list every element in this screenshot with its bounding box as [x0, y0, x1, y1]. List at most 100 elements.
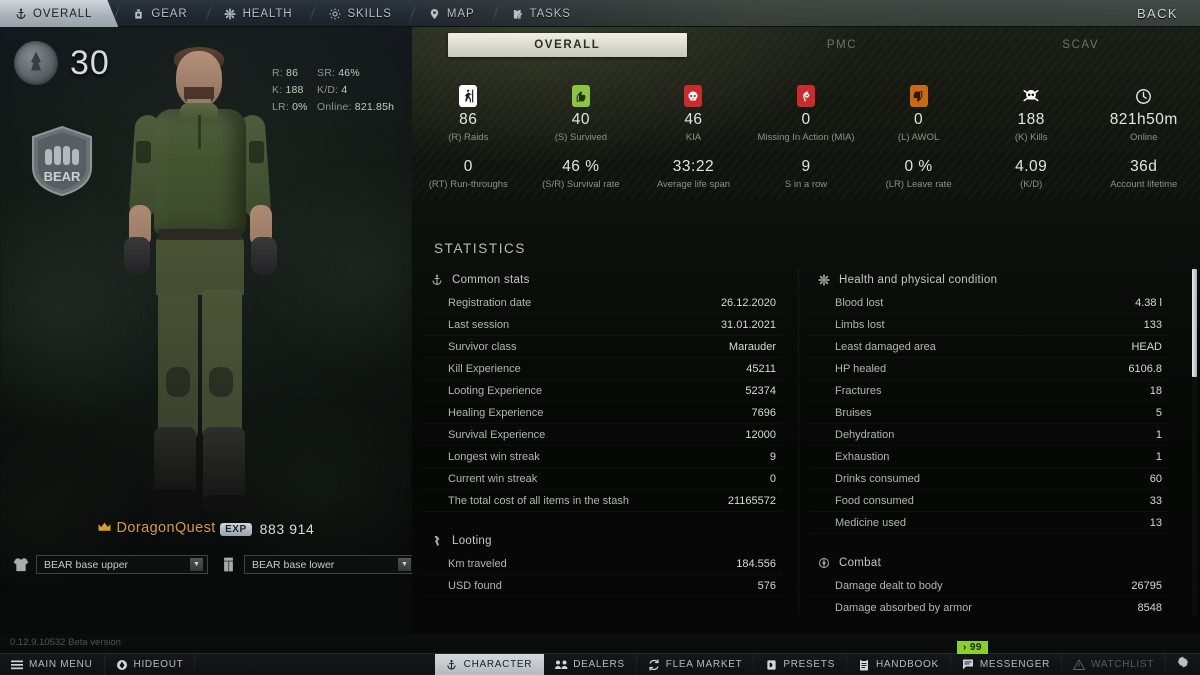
stat-average-life-span-label: Average life span — [656, 179, 731, 190]
presets-button[interactable]: PRESETS — [754, 654, 847, 675]
stat-key: Damage absorbed by armor — [835, 601, 972, 614]
stat-row: Drinks consumed 60 — [809, 468, 1168, 490]
character-button[interactable]: CHARACTER — [434, 654, 545, 675]
stat-row: USD found 576 — [422, 575, 782, 597]
notification-badge[interactable]: › 99 — [957, 641, 988, 654]
mini-stats: R: 86 SR: 46% K: 188 K/D: 4 LR: 0% Onlin… — [272, 65, 394, 116]
stat-row: Kill Experience 45211 — [422, 358, 782, 380]
stat-row: Longest win streak 9 — [422, 446, 782, 468]
stat-average-life-span: 33:22 Average life span — [637, 156, 750, 191]
stat-row: Healing Experience 7696 — [422, 402, 782, 424]
tab-gear[interactable]: GEAR — [118, 0, 209, 27]
stat-value: 5 — [1155, 406, 1162, 419]
stat-row: Medicine used 13 — [809, 512, 1168, 534]
stat-account-lifetime-label: Account lifetime — [1110, 179, 1178, 190]
stat-survived-in-a-row: 9 S in a row — [750, 156, 863, 191]
stat-awol: 0 (L) AWOL — [862, 83, 975, 144]
upper-clothing-selector[interactable]: BEAR base upper ▼ — [12, 555, 208, 574]
mini-stat-value: 0% — [292, 101, 308, 113]
mini-stat-value: 86 — [286, 67, 299, 79]
taskbar-right-group: CHARACTER DEALERS FLEA MARKET PRESETS HA… — [434, 654, 1200, 675]
target-icon — [817, 556, 830, 569]
stat-key: USD found — [448, 579, 502, 592]
anchor-icon — [14, 7, 27, 20]
pants-icon — [220, 556, 237, 573]
bottom-taskbar: MAIN MENU HIDEOUT CHARACTER DEALERS FLEA… — [0, 653, 1200, 675]
mode-tab-pmc[interactable]: PMC — [723, 33, 962, 57]
settings-button[interactable] — [1166, 654, 1200, 675]
upper-clothing-dropdown[interactable]: BEAR base upper ▼ — [36, 555, 208, 574]
mode-tab-scav[interactable]: SCAV — [961, 33, 1200, 57]
character-level: 30 — [70, 43, 110, 82]
asterisk-icon — [817, 273, 830, 286]
watchlist-button[interactable]: WATCHLIST — [1062, 654, 1166, 675]
lower-clothing-dropdown[interactable]: BEAR base lower ▼ — [244, 555, 412, 574]
handbook-label: HANDBOOK — [875, 659, 939, 670]
statistics-body[interactable]: Common stats Registration date 26.12.2020… — [412, 267, 1200, 615]
stat-key: Limbs lost — [835, 318, 885, 331]
group-header-health: Health and physical condition — [809, 267, 1168, 292]
stat-row: Current win streak 0 — [422, 468, 782, 490]
stat-value: Marauder — [728, 340, 776, 353]
stat-raids: 86 (R) Raids — [412, 83, 525, 144]
mini-stat-value2: 46% — [338, 67, 360, 79]
back-button[interactable]: BACK — [1115, 0, 1200, 26]
stat-row: Bruises 5 — [809, 402, 1168, 424]
stat-row: Limbs lost 133 — [809, 314, 1168, 336]
stat-row: Least damaged area HEAD — [809, 336, 1168, 358]
stat-value: 45211 — [746, 362, 776, 375]
hideout-button[interactable]: HIDEOUT — [105, 654, 196, 675]
stat-row: Survival Experience 12000 — [422, 424, 782, 446]
tab-health[interactable]: HEALTH — [210, 0, 315, 27]
tab-skills[interactable]: SKILLS — [314, 0, 413, 27]
stat-value: 1 — [1155, 450, 1162, 463]
stat-key: Kill Experience — [448, 362, 521, 375]
main-menu-button[interactable]: MAIN MENU — [0, 654, 105, 675]
stat-row: Food consumed 33 — [809, 490, 1168, 512]
character-label: CHARACTER — [463, 659, 533, 670]
tab-overall[interactable]: OVERALL — [0, 0, 118, 27]
summary-row-primary: 86 (R) Raids 40 (S) Survived 46 KIA 0 Mi… — [412, 83, 1200, 144]
stat-mia-value: 0 — [801, 111, 811, 128]
stat-key: Healing Experience — [448, 406, 544, 419]
stat-key: Longest win streak — [448, 450, 540, 463]
clock-icon — [1135, 85, 1153, 107]
stat-value: HEAD — [1131, 340, 1162, 353]
anchor-icon — [430, 273, 443, 286]
tab-tasks[interactable]: TASKS — [497, 0, 593, 27]
stat-value: 576 — [757, 579, 776, 592]
mini-stat-label: LR: — [272, 101, 289, 113]
stat-row: Survivor class Marauder — [422, 336, 782, 358]
sun-icon — [328, 7, 341, 20]
stat-run-throughs-label: (RT) Run-throughs — [428, 179, 508, 190]
chevron-down-icon[interactable]: ▼ — [190, 558, 203, 571]
stat-mia-label: Missing In Action (MIA) — [757, 132, 855, 143]
stat-row: Registration date 26.12.2020 — [422, 292, 782, 314]
lower-clothing-value: BEAR base lower — [252, 558, 335, 571]
mini-stat-value2: 821.85h — [354, 101, 395, 113]
stat-value: 26.12.2020 — [720, 296, 776, 309]
tab-map[interactable]: MAP — [414, 0, 497, 27]
player-name-row: DoragonQuest — [98, 520, 216, 536]
stat-kia: 46 KIA — [637, 83, 750, 144]
mode-tab-overall[interactable]: OVERALL — [448, 33, 687, 57]
statistics-scrollbar[interactable] — [1192, 267, 1197, 615]
stat-leave-rate-value: 0 % — [904, 158, 933, 175]
group-header-common-stats: Common stats — [422, 267, 782, 292]
dealers-button[interactable]: DEALERS — [544, 654, 637, 675]
stat-value: 7696 — [751, 406, 776, 419]
stat-key: HP healed — [835, 362, 887, 375]
messenger-button[interactable]: MESSENGER — [951, 654, 1063, 675]
tab-gear-label: GEAR — [151, 7, 188, 20]
hamburger-icon — [11, 659, 23, 671]
flea-market-button[interactable]: FLEA MARKET — [637, 654, 755, 675]
skull-crossbones-icon — [1022, 85, 1040, 107]
handbook-button[interactable]: HANDBOOK — [847, 654, 951, 675]
stat-key: Blood lost — [835, 296, 884, 309]
experience-row: EXP 883 914 — [220, 521, 314, 537]
scrollbar-thumb[interactable] — [1192, 269, 1197, 377]
lower-clothing-selector[interactable]: BEAR base lower ▼ — [220, 555, 412, 574]
stat-raids-value: 86 — [459, 111, 478, 128]
chevron-down-icon[interactable]: ▼ — [398, 558, 411, 571]
stat-survived-in-a-row-value: 9 — [801, 158, 811, 175]
